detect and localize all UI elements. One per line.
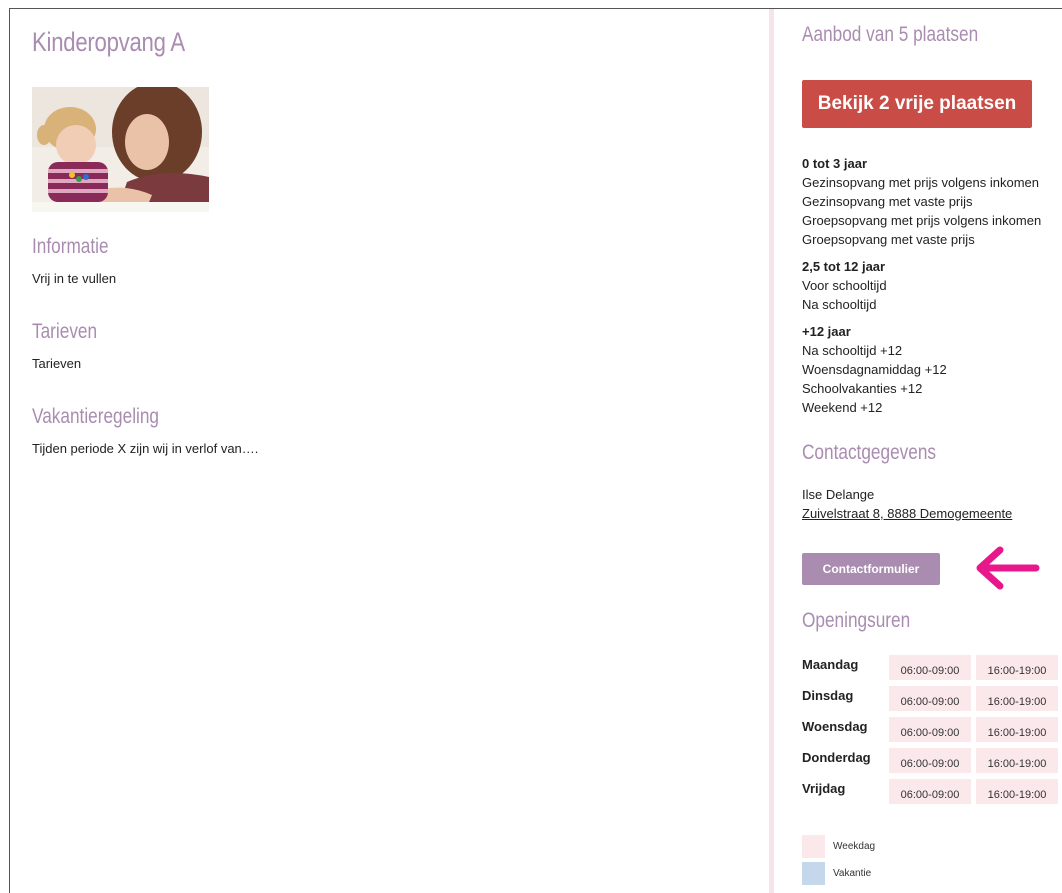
age-groups: 0 tot 3 jaar Gezinsopvang met prijs volg…	[802, 154, 1041, 425]
age-group: +12 jaar Na schooltijd +12 Woensdagnamid…	[802, 322, 1041, 417]
main-content: Kinderopvang A Informatie Vrij in te vul…	[32, 27, 732, 456]
age-group-item: Voor schooltijd	[802, 278, 887, 293]
age-group-item: Groepsopvang met vaste prijs	[802, 232, 975, 247]
table-row: Vrijdag 06:00-09:00 16:00-19:00	[802, 779, 1058, 804]
time-slot: 06:00-09:00	[889, 748, 971, 773]
table-row: Maandag 06:00-09:00 16:00-19:00	[802, 655, 1058, 680]
contact-title: Contactgegevens	[802, 441, 937, 464]
opening-hours-table: Maandag 06:00-09:00 16:00-19:00 Dinsdag …	[797, 649, 1062, 810]
age-group-item: Na schooltijd +12	[802, 343, 903, 358]
age-group-title: 2,5 tot 12 jaar	[802, 259, 886, 274]
time-slot: 06:00-09:00	[889, 686, 971, 711]
photo-illustration	[32, 87, 209, 212]
table-row: Dinsdag 06:00-09:00 16:00-19:00	[802, 686, 1058, 711]
section-title: Tarieven	[32, 320, 98, 343]
legend-item: Vakantie	[802, 862, 875, 885]
age-group-item: Weekend +12	[802, 400, 883, 415]
legend-swatch	[802, 862, 825, 885]
age-group-item: Woensdagnamiddag +12	[802, 362, 947, 377]
legend-label: Vakantie	[833, 868, 872, 879]
section-title: Vakantieregeling	[32, 405, 160, 428]
time-slot: 06:00-09:00	[889, 779, 971, 804]
table-row: Donderdag 06:00-09:00 16:00-19:00	[802, 748, 1058, 773]
annotation-arrow-icon	[976, 546, 1040, 590]
section-text: Vrij in te vullen	[32, 271, 117, 286]
time-slot: 16:00-19:00	[976, 779, 1058, 804]
time-slot: 06:00-09:00	[889, 717, 971, 742]
legend-label: Weekdag	[833, 841, 876, 852]
section-vakantieregeling: Vakantieregeling Tijden periode X zijn w…	[32, 405, 258, 456]
contact-address-link[interactable]: Zuivelstraat 8, 8888 Demogemeente	[802, 506, 1012, 521]
section-informatie: Informatie Vrij in te vullen	[32, 235, 125, 286]
contact-form-button[interactable]: Contactformulier	[802, 553, 940, 585]
weekday-label: Woensdag	[802, 719, 868, 734]
page-frame: Kinderopvang A Informatie Vrij in te vul…	[9, 8, 1062, 893]
weekday-label: Donderdag	[802, 750, 871, 765]
hours-title: Openingsuren	[802, 609, 911, 632]
age-group-title: +12 jaar	[802, 324, 851, 339]
age-group-item: Groepsopvang met prijs volgens inkomen	[802, 213, 1042, 228]
legend-swatch	[802, 835, 825, 858]
weekday-label: Dinsdag	[802, 688, 854, 703]
age-group-title: 0 tot 3 jaar	[802, 156, 868, 171]
weekday-label: Vrijdag	[802, 781, 846, 796]
age-group-item: Gezinsopvang met vaste prijs	[802, 194, 973, 209]
view-free-places-button[interactable]: Bekijk 2 vrije plaatsen	[802, 80, 1032, 128]
time-slot: 06:00-09:00	[889, 655, 971, 680]
legend-item: Weekdag	[802, 835, 875, 858]
age-group-item: Na schooltijd	[802, 297, 877, 312]
offer-title: Aanbod van 5 plaatsen	[802, 23, 979, 46]
age-group: 0 tot 3 jaar Gezinsopvang met prijs volg…	[802, 154, 1041, 249]
time-slot: 16:00-19:00	[976, 655, 1058, 680]
time-slot: 16:00-19:00	[976, 686, 1058, 711]
childcare-photo	[32, 87, 209, 212]
time-slot: 16:00-19:00	[976, 717, 1058, 742]
hours-legend: Weekdag Vakantie	[802, 835, 875, 889]
section-text: Tarieven	[32, 356, 82, 371]
age-group: 2,5 tot 12 jaar Voor schooltijd Na schoo…	[802, 257, 1041, 314]
column-divider	[769, 9, 774, 893]
age-group-item: Schoolvakanties +12	[802, 381, 923, 396]
age-group-item: Gezinsopvang met prijs volgens inkomen	[802, 175, 1040, 190]
weekday-label: Maandag	[802, 657, 859, 672]
section-text: Tijden periode X zijn wij in verlof van……	[32, 441, 259, 456]
section-tarieven: Tarieven Tarieven	[32, 320, 111, 371]
time-slot: 16:00-19:00	[976, 748, 1058, 773]
contact-name: Ilse Delange	[802, 487, 875, 502]
table-row: Woensdag 06:00-09:00 16:00-19:00	[802, 717, 1058, 742]
section-title: Informatie	[32, 235, 109, 258]
page-title: Kinderopvang A	[32, 27, 185, 57]
